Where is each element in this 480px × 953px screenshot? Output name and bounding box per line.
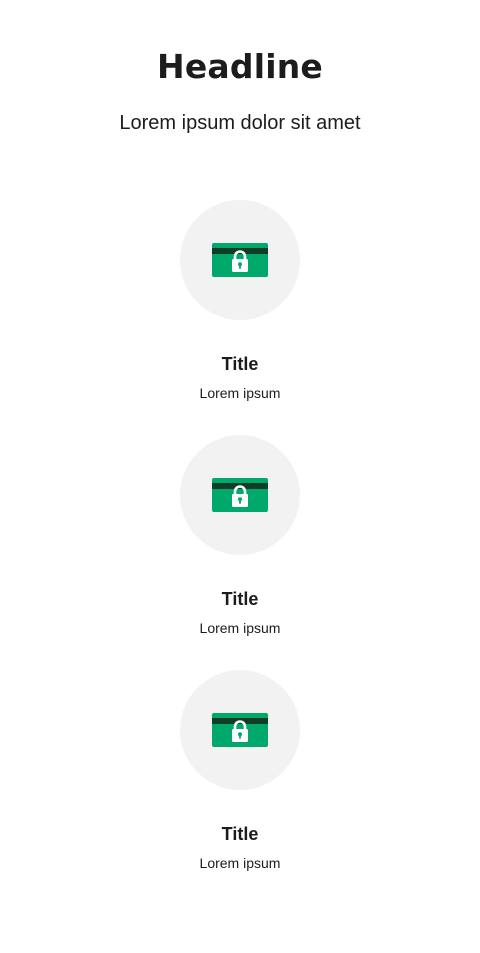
lock-card-icon <box>212 713 268 747</box>
feature-title: Title <box>221 824 259 844</box>
lock-card-icon <box>212 478 268 512</box>
feature-item: Title Lorem ipsum <box>0 670 480 880</box>
feature-description: Lorem ipsum <box>199 385 281 401</box>
feature-description: Lorem ipsum <box>199 855 281 871</box>
headline: Headline <box>157 47 323 86</box>
feature-item: Title Lorem ipsum <box>0 200 480 410</box>
page: Headline Lorem ipsum dolor sit amet Titl… <box>0 0 480 953</box>
icon-circle <box>180 435 300 555</box>
lock-card-icon <box>212 243 268 277</box>
subheadline: Lorem ipsum dolor sit amet <box>119 112 361 134</box>
feature-item: Title Lorem ipsum <box>0 435 480 645</box>
feature-description: Lorem ipsum <box>199 620 281 636</box>
feature-title: Title <box>221 354 259 374</box>
icon-circle <box>180 670 300 790</box>
feature-title: Title <box>221 589 259 609</box>
icon-circle <box>180 200 300 320</box>
